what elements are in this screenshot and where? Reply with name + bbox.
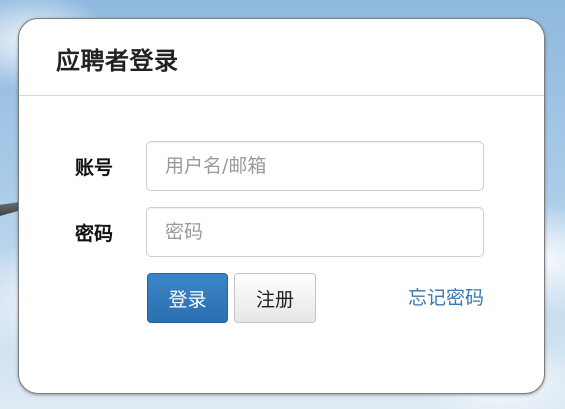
account-label: 账号 <box>75 157 114 179</box>
card-header: 应聘者登录 <box>19 19 544 96</box>
register-button[interactable]: 注册 <box>234 273 316 323</box>
password-label: 密码 <box>75 223 114 245</box>
login-button[interactable]: 登录 <box>147 273 228 323</box>
forgot-password-link[interactable]: 忘记密码 <box>408 283 484 310</box>
login-card: 应聘者登录 账号 密码 登录 注册 忘记密码 <box>18 18 545 394</box>
password-input[interactable] <box>146 207 484 257</box>
page-title: 应聘者登录 <box>56 47 179 75</box>
account-input[interactable] <box>146 141 484 191</box>
